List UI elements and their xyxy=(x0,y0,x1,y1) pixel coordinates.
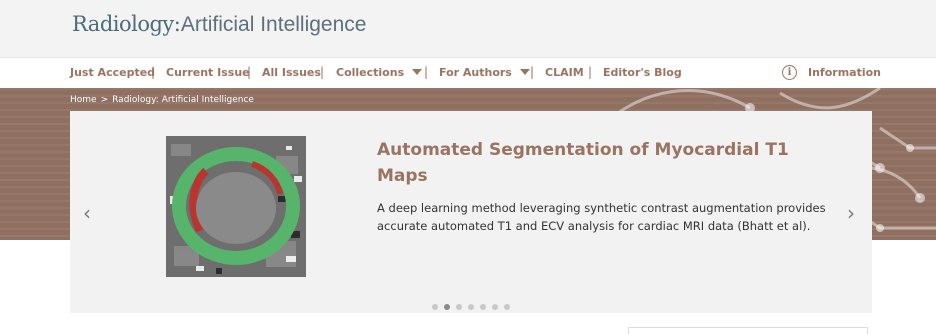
logo-journal-name: Radiology xyxy=(72,12,174,36)
nav-divider: | xyxy=(424,65,429,79)
info-icon[interactable]: i xyxy=(782,65,797,80)
myocardial-t1-map-image xyxy=(166,136,306,277)
slide-image[interactable] xyxy=(166,136,306,277)
carousel-dot[interactable] xyxy=(480,304,486,310)
breadcrumb-home[interactable]: Home xyxy=(70,95,97,105)
slide-title[interactable]: Automated Segmentation of Myocardial T1 … xyxy=(377,137,797,189)
nav-divider: | xyxy=(320,65,325,79)
carousel-dot-active[interactable] xyxy=(444,304,450,310)
carousel-next-icon[interactable]: › xyxy=(847,201,855,225)
nav-for-authors-label: For Authors xyxy=(439,66,512,79)
carousel-dot[interactable] xyxy=(504,304,510,310)
carousel-indicators xyxy=(432,295,516,310)
logo-subtitle: Artificial Intelligence xyxy=(180,13,367,36)
breadcrumb-current[interactable]: Radiology: Artificial Intelligence xyxy=(112,95,254,105)
nav-collections-label: Collections xyxy=(336,66,405,79)
carousel-dot[interactable] xyxy=(456,304,462,310)
breadcrumb: Home > Radiology: Artificial Intelligence xyxy=(70,95,258,105)
nav-divider: | xyxy=(530,65,535,79)
nav-divider: | xyxy=(151,65,156,79)
slide-description: A deep learning method leveraging synthe… xyxy=(377,201,826,233)
breadcrumb-separator: > xyxy=(100,95,109,105)
nav-divider: | xyxy=(588,65,593,79)
nav-for-authors[interactable]: For Authors xyxy=(439,66,530,79)
nav-all-issues[interactable]: All Issues xyxy=(262,66,321,79)
featured-carousel: ‹ Automated Segmentation of Myocardial T… xyxy=(70,111,872,313)
nav-current-issue[interactable]: Current Issue xyxy=(166,66,250,79)
journal-logo[interactable]: Radiology:Artificial Intelligence xyxy=(72,12,366,37)
site-header: Radiology:Artificial Intelligence xyxy=(0,0,936,57)
carousel-prev-icon[interactable]: ‹ xyxy=(83,201,91,225)
carousel-dot[interactable] xyxy=(468,304,474,310)
carousel-dot[interactable] xyxy=(432,304,438,310)
nav-just-accepted[interactable]: Just Accepted xyxy=(70,66,155,79)
chevron-down-icon xyxy=(412,69,423,75)
chevron-down-icon xyxy=(519,69,530,75)
logo-separator: : xyxy=(173,12,181,36)
carousel-dot[interactable] xyxy=(492,304,498,310)
nav-collections[interactable]: Collections xyxy=(336,66,423,79)
sidebar-panel-edge xyxy=(628,327,868,334)
nav-divider: | xyxy=(247,65,252,79)
nav-editors-blog[interactable]: Editor's Blog xyxy=(603,66,682,79)
nav-claim[interactable]: CLAIM xyxy=(545,66,584,79)
nav-information[interactable]: Information xyxy=(808,66,881,79)
main-nav: Just Accepted | Current Issue | All Issu… xyxy=(0,57,936,88)
